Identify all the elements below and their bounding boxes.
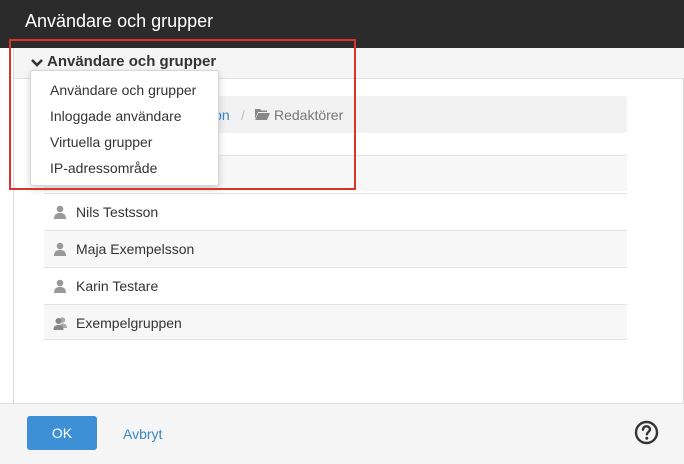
member-name: Nils Testsson xyxy=(76,204,159,220)
member-name: Karin Testare xyxy=(76,278,159,294)
user-icon xyxy=(54,279,66,293)
help-icon[interactable] xyxy=(634,420,659,445)
highlight-frame xyxy=(9,39,356,190)
dialog-title: Användare och grupper xyxy=(25,11,214,31)
user-group-icon xyxy=(53,317,67,330)
member-name: Maja Exempelsson xyxy=(76,241,195,257)
member-row[interactable]: Maja Exempelsson xyxy=(44,230,627,266)
cancel-button[interactable]: Avbryt xyxy=(123,426,162,442)
member-row[interactable]: Nils Testsson xyxy=(44,193,627,229)
user-icon xyxy=(54,242,66,256)
member-row[interactable]: Exempelgruppen xyxy=(44,304,627,340)
member-name: Exempelgruppen xyxy=(76,315,182,331)
dialog-footer xyxy=(0,403,684,464)
member-row[interactable]: Karin Testare xyxy=(44,267,627,303)
user-icon xyxy=(54,205,66,219)
ok-button[interactable]: OK xyxy=(27,416,97,450)
